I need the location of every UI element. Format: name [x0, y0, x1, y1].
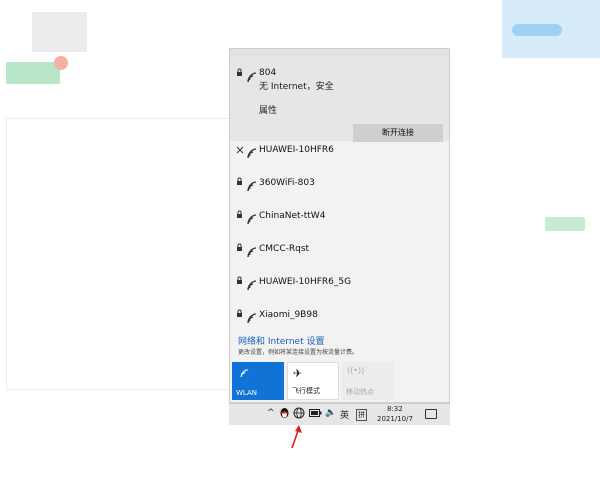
network-settings-link[interactable]: 网络和 Internet 设置 — [238, 334, 324, 347]
network-name: 360WiFi-803 — [259, 178, 315, 188]
wifi-open-icon — [236, 146, 256, 159]
network-item[interactable]: HUAWEI-10HFR6 — [230, 135, 449, 167]
network-name: CMCC-Rqst — [259, 244, 310, 254]
network-settings-description: 更改设置，例如将某连接设置为按流量计费。 — [238, 349, 359, 356]
network-item[interactable]: 360WiFi-803 — [230, 168, 449, 200]
wifi-secured-icon — [237, 243, 256, 258]
network-item[interactable]: HUAWEI-10HFR6_5G — [230, 267, 449, 299]
background-right-green-button — [545, 217, 585, 231]
wifi-icon — [240, 369, 249, 377]
red-arrow-annotation — [291, 425, 302, 449]
network-globe-icon[interactable] — [293, 407, 305, 419]
show-hidden-icons-chevron[interactable]: ^ — [267, 408, 275, 418]
volume-icon[interactable]: 🔈 — [325, 408, 336, 418]
mobile-hotspot-toggle[interactable]: ((•)) 移动热点 — [342, 362, 394, 400]
wifi-secured-icon — [237, 309, 256, 324]
wifi-secured-icon — [237, 276, 256, 291]
wlan-toggle[interactable]: WLAN — [232, 362, 284, 400]
background-green-button — [6, 62, 60, 84]
background-badge — [54, 56, 68, 70]
clock-time[interactable]: 8:32 — [387, 405, 403, 413]
mobile-hotspot-label: 移动热点 — [346, 388, 374, 396]
airplane-mode-toggle[interactable]: ✈ 飞行模式 — [287, 362, 339, 400]
connected-network-name: 804 — [259, 68, 277, 78]
qq-penguin-icon[interactable] — [279, 407, 290, 420]
network-item[interactable]: CMCC-Rqst — [230, 234, 449, 266]
background-right-button — [512, 24, 562, 36]
airplane-icon: ✈ — [293, 367, 303, 380]
wifi-secured-icon — [237, 210, 256, 225]
ime-mode[interactable]: 拼 — [356, 409, 367, 421]
network-name: ChinaNet-ttW4 — [259, 211, 326, 221]
properties-link[interactable]: 属性 — [259, 103, 277, 116]
taskbar: ^ 🔈 英 拼 8:32 2021/10/7 — [229, 403, 450, 425]
network-item[interactable]: ChinaNet-ttW4 — [230, 201, 449, 233]
network-name: Xiaomi_9B98 — [259, 310, 318, 320]
background-editor — [6, 118, 238, 390]
network-item[interactable]: Xiaomi_9B98 — [230, 300, 449, 332]
network-flyout: 804 无 Internet，安全 属性 断开连接 HUAWEI-10HFR6 … — [229, 48, 450, 403]
battery-icon[interactable] — [309, 409, 322, 417]
network-name: HUAWEI-10HFR6 — [259, 145, 334, 155]
background-thumbnail — [32, 12, 87, 52]
flyout-top-strip — [230, 49, 449, 57]
wifi-secured-icon — [237, 177, 256, 192]
airplane-mode-label: 飞行模式 — [292, 387, 320, 395]
connected-network-status: 无 Internet，安全 — [259, 82, 334, 92]
notification-icon[interactable] — [425, 409, 437, 419]
hotspot-icon: ((•)) — [347, 366, 365, 375]
wifi-secured-icon — [237, 68, 256, 83]
network-name: HUAWEI-10HFR6_5G — [259, 277, 352, 287]
ime-language[interactable]: 英 — [340, 408, 349, 421]
connected-network-panel[interactable]: 804 无 Internet，安全 属性 断开连接 — [230, 57, 449, 142]
clock-date[interactable]: 2021/10/7 — [377, 415, 413, 423]
wlan-label: WLAN — [236, 389, 258, 397]
